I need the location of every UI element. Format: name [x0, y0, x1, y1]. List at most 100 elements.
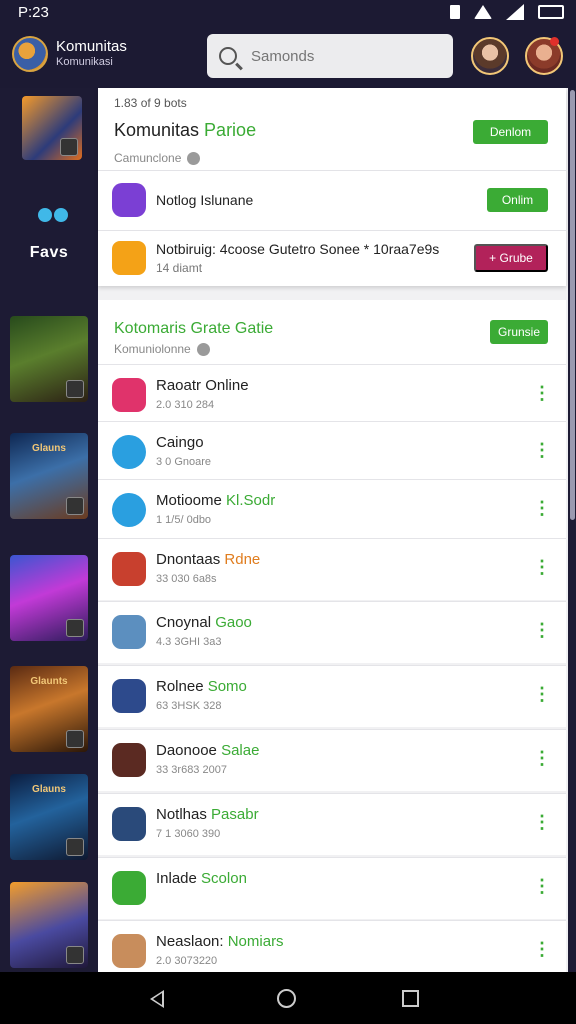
- avatar[interactable]: [471, 37, 509, 75]
- more-options-icon[interactable]: [533, 498, 551, 519]
- more-options-icon[interactable]: [533, 684, 551, 705]
- app-icon: [112, 552, 146, 586]
- signal-icon: [506, 4, 524, 20]
- list-item-name: Caingo: [156, 434, 204, 451]
- list-item[interactable]: Cnoynal Gaoo 4.3 3GHI 3a3: [98, 601, 566, 663]
- list-item-name: Cnoynal Gaoo: [156, 614, 252, 631]
- list-item[interactable]: Raoatr Online 2.0 310 284: [98, 364, 566, 426]
- sim-icon: [450, 5, 460, 19]
- grube-button[interactable]: + Grube: [474, 244, 548, 272]
- sidebar-game-thumbnail[interactable]: Glaunts: [10, 666, 88, 752]
- list-item[interactable]: Dnontaas Rdne 33 030 6a8s: [98, 538, 566, 600]
- sidebar-game-thumbnail[interactable]: [10, 316, 88, 402]
- more-options-icon[interactable]: [533, 876, 551, 897]
- list-item-meta: 33 030 6a8s: [156, 573, 217, 585]
- battery-icon: [538, 5, 564, 19]
- more-options-icon[interactable]: [533, 440, 551, 461]
- app-icon: [112, 378, 146, 412]
- sidebar: Favs Glauns Glaunts Glauns: [0, 88, 98, 972]
- list-item-meta: 33 3r683 2007: [156, 764, 227, 776]
- list-item[interactable]: Notlhas Pasabr 7 1 3060 390: [98, 793, 566, 855]
- search-input[interactable]: [251, 47, 441, 65]
- badge-icon: [66, 497, 84, 515]
- status-time: P:23: [18, 3, 49, 21]
- list-item[interactable]: Inlade Scolon: [98, 857, 566, 919]
- list-item-meta: 63 3HSK 328: [156, 700, 222, 712]
- notification-dot: [550, 37, 559, 46]
- list-item-meta: 2.0 310 284: [156, 399, 215, 411]
- search-bar[interactable]: [207, 34, 453, 78]
- app-icon: [112, 679, 146, 713]
- top-bar: Komunitas Komunikasi: [0, 24, 576, 88]
- list-item-name: Notlhas Pasabr: [156, 806, 259, 823]
- scrollbar-thumb[interactable]: [570, 90, 575, 520]
- more-options-icon[interactable]: [533, 557, 551, 578]
- list-item[interactable]: Daonooe Salae 33 3r683 2007: [98, 729, 566, 791]
- section-sub: Komuniolonne: [114, 342, 210, 356]
- app-title: Komunitas: [56, 38, 127, 55]
- list-item-name: Rolnee Somo: [156, 678, 247, 695]
- section-button[interactable]: Grunsie: [490, 320, 548, 344]
- community-card: 1.83 of 9 bots Komunitas Parioe Camunclo…: [98, 88, 566, 286]
- sidebar-game-thumbnail[interactable]: [10, 555, 88, 641]
- app-icon: [112, 241, 146, 275]
- app-icon: [112, 743, 146, 777]
- app-subtitle: Komunikasi: [56, 56, 113, 68]
- badge-icon: [66, 619, 84, 637]
- follow-button[interactable]: Denlom: [473, 120, 548, 144]
- divider: [98, 230, 566, 231]
- list-item-name: Motioome Kl.Sodr: [156, 492, 276, 509]
- badge-icon: [66, 730, 84, 748]
- navigation-bar: [0, 972, 576, 1024]
- status-bar: P:23: [0, 0, 576, 24]
- favorites-icon[interactable]: [36, 206, 70, 236]
- app-icon: [112, 615, 146, 649]
- sidebar-game-thumbnail[interactable]: Glauns: [10, 433, 88, 519]
- wifi-icon: [474, 5, 492, 19]
- badge-icon: [66, 380, 84, 398]
- badge-icon: [66, 946, 84, 964]
- list-item[interactable]: Motioome Kl.Sodr 1 1/5/ 0dbo: [98, 479, 566, 541]
- list-item[interactable]: Notlog Islunane: [112, 180, 550, 220]
- list-item-name: Dnontaas Rdne: [156, 551, 261, 568]
- list-item-name: Raoatr Online: [156, 377, 249, 394]
- app-icon: [112, 934, 146, 968]
- search-icon: [219, 47, 237, 65]
- app-icon: [112, 493, 146, 527]
- favorites-label: Favs: [29, 244, 69, 261]
- app-icon: [112, 807, 146, 841]
- sidebar-game-thumbnail[interactable]: [22, 96, 82, 160]
- app-icon: [112, 183, 146, 217]
- list-item-name: Neaslaon: Nomiars: [156, 933, 284, 950]
- sidebar-game-thumbnail[interactable]: Glauns: [10, 774, 88, 860]
- list-item-name: Daonooe Salae: [156, 742, 260, 759]
- list-item-meta: 2.0 3073220: [156, 955, 218, 967]
- list-item[interactable]: Caingo 3 0 Gnoare: [98, 421, 566, 483]
- card-caption: 1.83 of 9 bots: [114, 96, 187, 110]
- more-options-icon[interactable]: [533, 939, 551, 960]
- more-options-icon[interactable]: [533, 748, 551, 769]
- list-item-meta: 7 1 3060 390: [156, 828, 221, 840]
- back-icon[interactable]: [150, 990, 164, 1008]
- verified-icon: [196, 342, 210, 356]
- verified-icon: [187, 151, 201, 165]
- section-title: Kotomaris Grate Gatie: [114, 320, 274, 337]
- card-title-block: 1.83 of 9 bots Komunitas Parioe Camunclo…: [114, 96, 256, 165]
- home-icon[interactable]: [277, 989, 296, 1008]
- more-options-icon[interactable]: [533, 383, 551, 404]
- more-options-icon[interactable]: [533, 812, 551, 833]
- sidebar-game-thumbnail[interactable]: [10, 882, 88, 968]
- recents-icon[interactable]: [402, 990, 419, 1007]
- section-header: Kotomaris Grate Gatie Komuniolonne Gruns…: [98, 300, 566, 364]
- badge-icon: [66, 838, 84, 856]
- list-item-meta: 1 1/5/ 0dbo: [156, 514, 212, 526]
- card-heading: Komunitas Parioe: [114, 120, 257, 140]
- app-icon: [112, 871, 146, 905]
- more-options-icon[interactable]: [533, 620, 551, 641]
- app-logo[interactable]: [12, 36, 48, 72]
- online-button[interactable]: Onlim: [487, 188, 548, 212]
- status-icons: [450, 4, 564, 20]
- list-item-name: Inlade Scolon: [156, 870, 247, 887]
- list-item[interactable]: Rolnee Somo 63 3HSK 328: [98, 665, 566, 727]
- badge-icon: [60, 138, 78, 156]
